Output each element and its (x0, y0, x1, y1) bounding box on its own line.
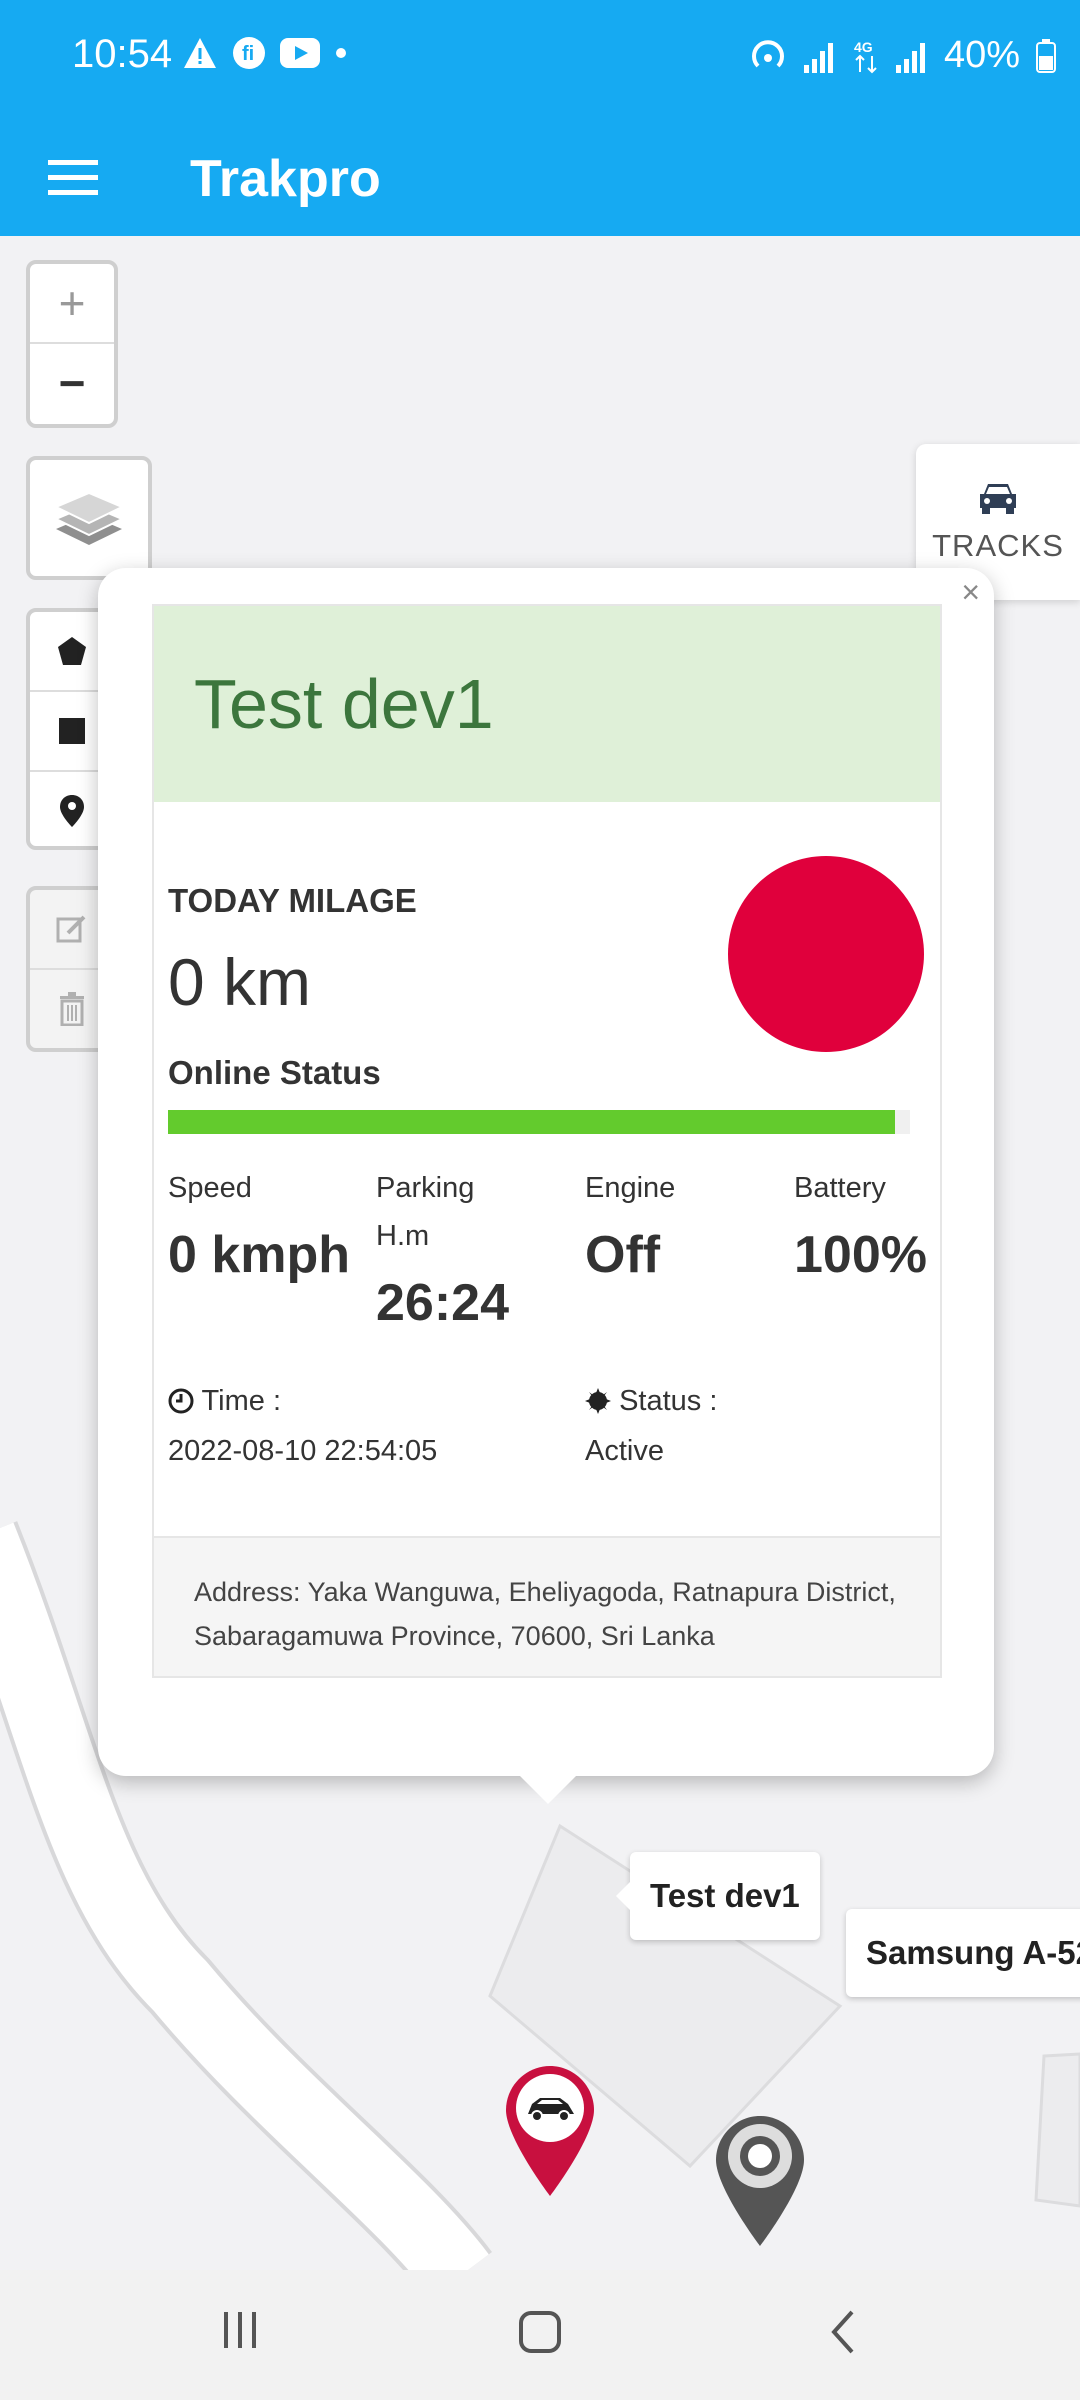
test-dev1-label[interactable]: Test dev1 (616, 1852, 820, 1940)
rectangle-icon (59, 718, 85, 744)
app-notification-icon: fi (233, 37, 265, 69)
online-status-bar (168, 1110, 910, 1134)
stat-engine: Engine Off (585, 1164, 785, 1284)
notification-icons: fi (182, 36, 348, 70)
app-title: Trakpro (190, 150, 381, 208)
polygon-icon (58, 637, 86, 665)
svg-text:4G: 4G (854, 39, 873, 55)
tracks-label: TRACKS (932, 528, 1064, 563)
stat-parking-label: Parking H.m (376, 1172, 475, 1252)
address: Address: Yaka Wanguwa, Eheliyagoda, Ratn… (154, 1536, 940, 1676)
device-name: Test dev1 (154, 606, 940, 802)
recents-icon[interactable] (220, 2310, 260, 2350)
stat-engine-label: Engine (585, 1172, 676, 1204)
zoom-in-button[interactable]: + (30, 264, 114, 342)
back-icon[interactable] (828, 2310, 858, 2354)
stat-engine-value: Off (585, 1226, 661, 1284)
test-dev1-marker[interactable] (506, 2066, 594, 2196)
status-time: 10:54 (72, 32, 173, 76)
youtube-icon (280, 38, 320, 68)
data-4g-icon: 4G (854, 39, 877, 73)
svg-text:fi: fi (242, 43, 254, 65)
signal-icon (803, 42, 833, 73)
layers-button[interactable] (26, 456, 152, 580)
online-status-label: Online Status (168, 1054, 381, 1091)
system-nav-bar (0, 2270, 1080, 2400)
stat-battery-value: 100% (794, 1226, 927, 1284)
status-info: Status : Active (585, 1376, 717, 1476)
status-bar: 10:54 fi 4G 40% (0, 0, 1080, 118)
layers-icon (53, 491, 125, 545)
battery-icon (1036, 38, 1056, 73)
online-status-fill (168, 1110, 896, 1134)
edit-icon (56, 915, 86, 943)
warning-icon (184, 38, 216, 68)
today-milage-value: 0 km (168, 945, 312, 1019)
zoom-control: + − (26, 260, 118, 428)
today-milage-label: TODAY MILAGE (168, 882, 417, 919)
system-icons: 4G 40% (748, 34, 1056, 77)
marker-icon (60, 795, 84, 827)
status-dot (728, 856, 924, 1052)
clock-icon (168, 1388, 194, 1414)
stat-battery: Battery 100% (794, 1164, 994, 1284)
samsung-marker[interactable] (716, 2116, 804, 2246)
zoom-out-button[interactable]: − (30, 342, 114, 422)
car-icon (980, 484, 1016, 514)
samsung-label[interactable]: Samsung A-52 (846, 1909, 1080, 1997)
signal-icon-2 (895, 42, 925, 73)
time-value: 2022-08-10 22:54:05 (168, 1435, 438, 1467)
more-dot-icon (336, 48, 346, 58)
stat-speed-label: Speed (168, 1172, 252, 1204)
stat-parking: Parking H.m 26:24 (376, 1164, 576, 1332)
time-label: Time : (201, 1385, 282, 1417)
device-popup: × Test dev1 TODAY MILAGE 0 km Online Sta… (98, 568, 994, 1804)
status-label: Status : (619, 1385, 718, 1417)
gear-icon (585, 1388, 611, 1414)
map-view[interactable]: + − TRACKS × Test dev1 TODAY MILAGE 0 km… (0, 236, 1080, 2270)
device-card: Test dev1 TODAY MILAGE 0 km Online Statu… (152, 604, 942, 1678)
stat-speed: Speed 0 kmph (168, 1164, 368, 1284)
stat-parking-value: 26:24 (376, 1274, 509, 1332)
stat-battery-label: Battery (794, 1172, 886, 1204)
menu-icon[interactable] (44, 148, 104, 208)
hotspot-icon (751, 39, 784, 67)
status-value: Active (585, 1435, 664, 1467)
close-icon[interactable]: × (961, 574, 980, 611)
stat-speed-value: 0 kmph (168, 1226, 351, 1284)
battery-percent: 40% (943, 34, 1020, 76)
popup-pointer (520, 1776, 576, 1804)
app-bar: Trakpro (0, 118, 1080, 236)
home-icon[interactable] (518, 2310, 562, 2354)
time-info: Time : 2022-08-10 22:54:05 (168, 1376, 437, 1476)
device-details: TODAY MILAGE 0 km Online Status Speed 0 … (154, 802, 940, 1528)
trash-icon (60, 992, 84, 1026)
